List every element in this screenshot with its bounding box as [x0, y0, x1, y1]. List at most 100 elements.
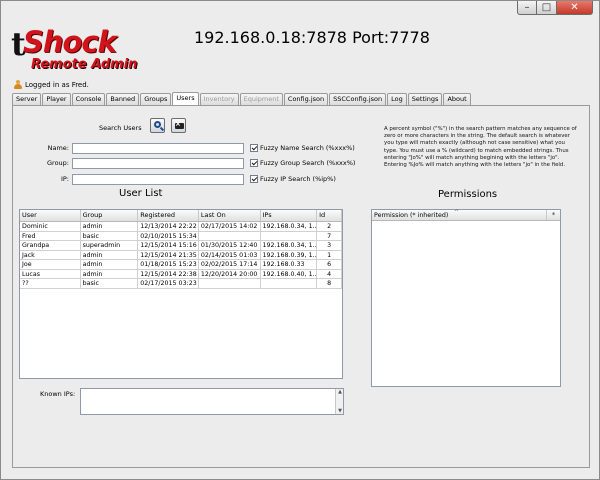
fuzzy-group-label: Fuzzy Group Search (%xxx%)	[260, 159, 356, 167]
fuzzy-ip-checkbox[interactable]	[250, 175, 258, 183]
cell-id: 6	[317, 260, 342, 269]
column-permission[interactable]: Permission (* inherited) ^	[372, 209, 547, 220]
tab-inventory: Inventory	[199, 93, 239, 105]
tab-sscconfig-json[interactable]: SSCConfig.json	[329, 93, 387, 105]
tab-log[interactable]: Log	[387, 93, 407, 105]
cell-group: basic	[81, 279, 139, 288]
column-user[interactable]: User	[20, 210, 81, 221]
table-row[interactable]: Joe admin 01/18/2015 15:23 02/02/2015 17…	[20, 260, 342, 270]
fuzzy-ip-label: Fuzzy IP Search (%ip%)	[260, 175, 336, 183]
column-id[interactable]: Id	[317, 210, 342, 221]
ip-input[interactable]	[72, 174, 244, 185]
sort-indicator-icon: ^	[454, 209, 460, 216]
user-table: User Group Registered Last On IPs Id Dom…	[19, 209, 343, 379]
minimize-button[interactable]: –	[517, 1, 537, 15]
permissions-title: Permissions	[438, 189, 498, 200]
tab-bar: Server Player Console Banned Groups User…	[12, 92, 472, 105]
fuzzy-name-label: Fuzzy Name Search (%xxx%)	[260, 144, 355, 152]
close-button[interactable]: ✕	[557, 1, 593, 15]
maximize-button[interactable]: □	[537, 1, 557, 15]
cell-ips: 192.168.0.34, 1...	[262, 222, 318, 231]
known-ips-scrollbar[interactable]: ▲ ▼	[335, 389, 343, 414]
column-registered[interactable]: Registered	[138, 210, 199, 221]
login-status: Logged in as Fred.	[14, 80, 89, 89]
clear-search-button[interactable]: ×	[171, 118, 186, 133]
cell-ips	[261, 231, 318, 240]
cell-registered: 01/18/2015 15:23	[138, 260, 199, 269]
table-row[interactable]: ?? basic 02/17/2015 03:23 8	[20, 279, 342, 289]
cell-user: ??	[20, 279, 81, 288]
cell-id: 3	[317, 241, 342, 250]
group-label: Group:	[47, 159, 69, 167]
ip-label: IP:	[60, 175, 69, 183]
tab-server[interactable]: Server	[12, 93, 42, 105]
group-input[interactable]	[72, 158, 244, 169]
user-table-header: User Group Registered Last On IPs Id	[20, 210, 342, 222]
tab-settings[interactable]: Settings	[407, 93, 443, 105]
cell-group: admin	[81, 260, 139, 269]
tshock-logo: t Shock Remote Admin	[11, 23, 156, 73]
cell-id: 8	[317, 279, 342, 288]
tab-config-json[interactable]: Config.json	[283, 93, 329, 105]
column-last-on[interactable]: Last On	[199, 210, 261, 221]
tab-equipment: Equipment	[239, 93, 283, 105]
user-icon	[14, 80, 22, 89]
table-row[interactable]: Dominic admin 12/13/2014 22:22 02/17/201…	[20, 222, 342, 232]
tab-groups[interactable]: Groups	[140, 93, 172, 105]
cell-last-on: 02/02/2015 17:14	[199, 260, 261, 269]
scroll-up-icon[interactable]: ▲	[336, 389, 344, 395]
tab-banned[interactable]: Banned	[106, 93, 140, 105]
cell-user: Dominic	[20, 222, 81, 231]
cell-id: 7	[317, 231, 342, 240]
table-row[interactable]: Lucas admin 12/15/2014 22:38 12/20/2014 …	[20, 269, 342, 279]
cell-last-on: 02/14/2015 01:03	[199, 250, 261, 259]
tab-console[interactable]: Console	[71, 93, 106, 105]
cell-ips: 192.168.0.39, 1...	[262, 250, 318, 259]
known-ips-field[interactable]: ▲ ▼	[80, 388, 344, 415]
table-row[interactable]: Jack admin 12/15/2014 21:35 02/14/2015 0…	[20, 250, 342, 260]
cell-group: admin	[81, 222, 139, 231]
scroll-down-icon[interactable]: ▼	[336, 408, 344, 414]
cell-last-on: 12/20/2014 20:00	[199, 269, 261, 278]
search-button[interactable]	[150, 118, 165, 133]
cell-group: superadmin	[81, 241, 139, 250]
user-list-title: User List	[119, 188, 163, 199]
name-input[interactable]	[72, 143, 244, 154]
table-row[interactable]: Grandpa superadmin 12/15/2014 15:16 01/3…	[20, 241, 342, 251]
logo-word: Shock	[23, 25, 117, 59]
cell-registered: 02/17/2015 03:23	[138, 279, 199, 288]
fuzzy-name-option[interactable]: Fuzzy Name Search (%xxx%)	[250, 144, 355, 152]
cell-group: admin	[81, 269, 139, 278]
cell-last-on: 01/30/2015 12:40	[199, 241, 261, 250]
cell-ips: 192.168.0.34, 1...	[262, 241, 318, 250]
column-ips[interactable]: IPs	[261, 210, 318, 221]
cell-user: Grandpa	[20, 241, 81, 250]
login-status-text: Logged in as Fred.	[25, 80, 89, 89]
app-window: – □ ✕ t Shock Remote Admin 192.168.0.18:…	[0, 0, 600, 480]
fuzzy-group-checkbox[interactable]	[250, 159, 258, 167]
permissions-table: Permission (* inherited) ^ *	[371, 209, 561, 387]
users-panel: Search Users × Name: Fuzzy Name Search (…	[12, 105, 590, 468]
logo-subtitle: Remote Admin	[31, 57, 138, 72]
cell-registered: 12/15/2014 22:38	[138, 269, 199, 278]
server-address: 192.168.0.18:7878 Port:7778	[194, 28, 430, 47]
cell-ips: 192.168.0.40, 1...	[262, 269, 318, 278]
cell-last-on	[199, 279, 261, 288]
permission-column-label: Permission (* inherited)	[374, 212, 449, 219]
cell-registered: 12/13/2014 22:22	[138, 222, 199, 231]
fuzzy-name-checkbox[interactable]	[250, 144, 258, 152]
cell-last-on	[199, 231, 261, 240]
tab-player[interactable]: Player	[42, 93, 71, 105]
tab-users[interactable]: Users	[172, 92, 199, 105]
column-group[interactable]: Group	[81, 210, 139, 221]
fuzzy-ip-option[interactable]: Fuzzy IP Search (%ip%)	[250, 175, 336, 183]
cell-user: Joe	[20, 260, 81, 269]
cell-user: Lucas	[20, 269, 81, 278]
window-controls: – □ ✕	[517, 1, 593, 15]
fuzzy-group-option[interactable]: Fuzzy Group Search (%xxx%)	[250, 159, 355, 167]
cell-registered: 12/15/2014 15:16	[138, 241, 199, 250]
table-corner-button[interactable]: *	[547, 210, 560, 220]
cell-ips	[261, 279, 318, 288]
table-row[interactable]: Fred basic 02/10/2015 15:34 7	[20, 231, 342, 241]
tab-about[interactable]: About	[443, 93, 471, 105]
